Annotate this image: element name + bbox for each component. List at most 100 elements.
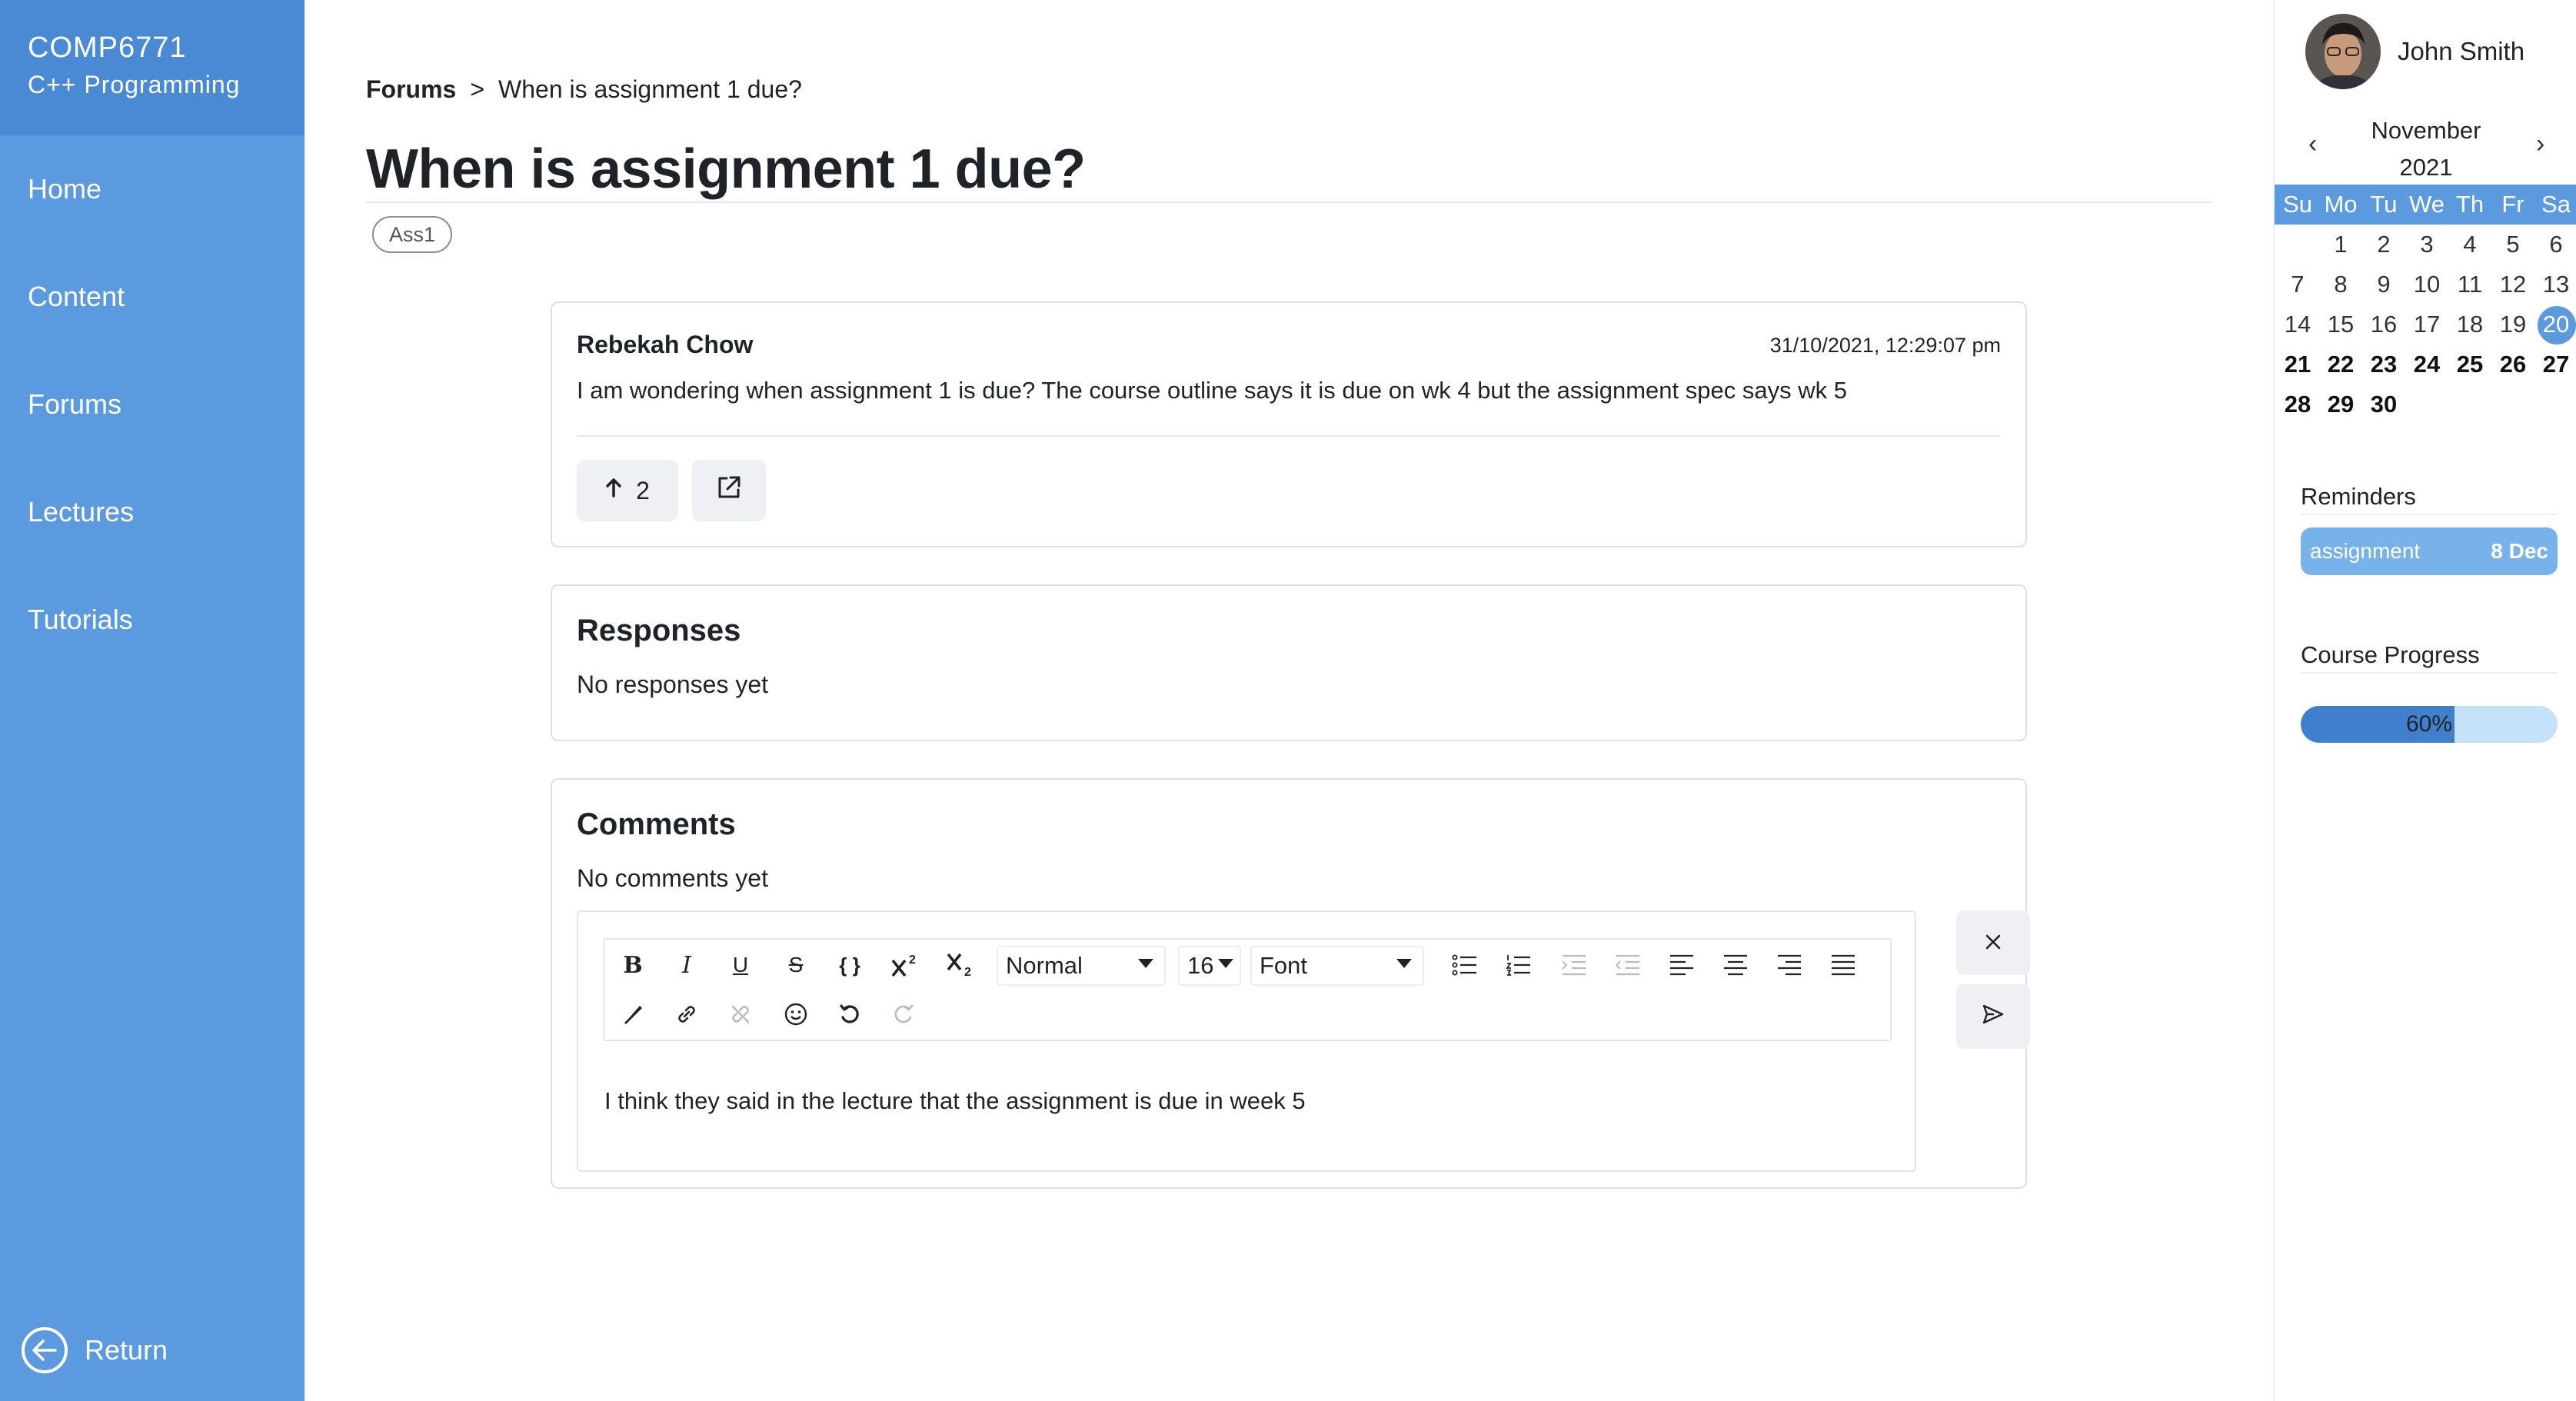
calendar-next-icon[interactable]: › (2536, 129, 2544, 159)
numbered-list-icon[interactable] (1498, 947, 1539, 983)
reminder-item[interactable]: assignment 8 Dec (2301, 527, 2558, 575)
calendar-day-number: 18 (2456, 311, 2484, 338)
calendar-day[interactable]: 7 (2276, 265, 2319, 304)
calendar-day[interactable]: 29 (2319, 384, 2362, 424)
sidebar-item-tutorials[interactable]: Tutorials (0, 566, 305, 674)
block-type-select[interactable]: Normal (997, 946, 1166, 986)
align-left-icon[interactable] (1661, 947, 1702, 983)
calendar-day-number: 3 (2420, 231, 2434, 258)
breadcrumb-separator: > (470, 75, 485, 103)
cancel-comment-button[interactable] (1956, 910, 2030, 975)
sidebar-item-forums[interactable]: Forums (0, 351, 305, 458)
calendar-day[interactable]: 3 (2405, 225, 2448, 265)
underline-button[interactable]: U (720, 947, 761, 983)
upvote-button[interactable]: 2 (577, 460, 678, 521)
send-comment-button[interactable] (1956, 984, 2030, 1049)
comment-input[interactable]: I think they said in the lecture that th… (604, 1087, 1306, 1115)
page-title: When is assignment 1 due? (366, 138, 1086, 200)
calendar-week-row: 1 2 3 4 5 6 (2276, 225, 2576, 265)
font-family-value: Font (1260, 952, 1308, 979)
editor-toolbar: B I U S { } 2 2 Normal 16 Font (603, 938, 1892, 1041)
responses-empty-text: No responses yet (577, 671, 769, 698)
code-button[interactable]: { } (829, 947, 870, 983)
calendar-day-number: 20 (2542, 311, 2570, 338)
upvote-count: 2 (636, 476, 650, 504)
calendar-day[interactable]: 2 (2362, 225, 2405, 265)
calendar-day[interactable]: 22 (2319, 344, 2362, 384)
course-header: COMP6771 C++ Programming (0, 0, 305, 135)
calendar-day[interactable]: 10 (2405, 265, 2448, 304)
calendar-day[interactable]: 12 (2491, 265, 2534, 304)
calendar-day-number: 29 (2327, 391, 2355, 418)
calendar-day-number: 25 (2456, 351, 2484, 378)
calendar-day[interactable]: 19 (2491, 304, 2534, 344)
breadcrumb-current: When is assignment 1 due? (498, 75, 802, 103)
calendar-day[interactable]: 24 (2405, 344, 2448, 384)
calendar-week-row: 21 22 23 24 25 26 27 (2276, 344, 2576, 384)
calendar-day[interactable]: 27 (2534, 344, 2576, 384)
align-right-icon[interactable] (1769, 947, 1810, 983)
comments-title: Comments (577, 807, 736, 841)
calendar-day-number: 10 (2413, 271, 2441, 298)
calendar-day-number: 8 (2334, 271, 2348, 298)
main-content: Forums > When is assignment 1 due? When … (305, 0, 2273, 1401)
share-button[interactable] (692, 460, 766, 521)
calendar-day[interactable]: 5 (2491, 225, 2534, 265)
font-size-select[interactable]: 16 (1178, 946, 1241, 986)
align-justify-icon[interactable] (1822, 947, 1864, 983)
calendar-day[interactable]: 8 (2319, 265, 2362, 304)
close-icon (1984, 929, 2002, 957)
strikethrough-button[interactable]: S (775, 947, 817, 983)
calendar-weekday: Sa (2541, 191, 2571, 218)
align-center-icon[interactable] (1715, 947, 1756, 983)
calendar-day[interactable]: 13 (2534, 265, 2576, 304)
undo-icon[interactable] (829, 997, 870, 1032)
calendar-day-number: 9 (2377, 271, 2391, 298)
calendar-day[interactable]: 4 (2448, 225, 2491, 265)
calendar-day[interactable]: 23 (2362, 344, 2405, 384)
calendar-day[interactable]: 21 (2276, 344, 2319, 384)
calendar-day[interactable]: 25 (2448, 344, 2491, 384)
calendar-day[interactable]: 1 (2319, 225, 2362, 265)
calendar-day[interactable]: 20 (2534, 304, 2576, 344)
calendar-day-number: 13 (2542, 271, 2570, 298)
comments-card: Comments No comments yet B I U S { } 2 2… (551, 778, 2030, 1189)
sidebar-item-lectures[interactable]: Lectures (0, 458, 305, 566)
calendar-day[interactable]: 9 (2362, 265, 2405, 304)
bold-button[interactable]: B (612, 947, 654, 983)
comment-editor[interactable]: B I U S { } 2 2 Normal 16 Font I think t… (577, 910, 1916, 1172)
subscript-icon[interactable]: 2 (940, 947, 981, 983)
calendar-day-number: 19 (2499, 311, 2527, 338)
font-family-select[interactable]: Font (1250, 946, 1424, 986)
post-tag[interactable]: Ass1 (372, 216, 453, 253)
calendar-day[interactable]: 6 (2534, 225, 2576, 265)
post-timestamp: 31/10/2021, 12:29:07 pm (1769, 334, 2001, 357)
sidebar-item-home[interactable]: Home (0, 135, 305, 243)
emoji-icon[interactable] (775, 997, 817, 1032)
calendar-day[interactable]: 30 (2362, 384, 2405, 424)
calendar-day[interactable]: 17 (2405, 304, 2448, 344)
calendar-day[interactable]: 16 (2362, 304, 2405, 344)
calendar-day[interactable]: 18 (2448, 304, 2491, 344)
right-panel: John Smith ‹ November 2021 › Su Mo Tu We Th F… (2273, 0, 2576, 1401)
calendar-day[interactable]: 11 (2448, 265, 2491, 304)
calendar-day[interactable]: 15 (2319, 304, 2362, 344)
post-body: I am wondering when assignment 1 is due?… (577, 377, 1847, 404)
text-color-icon[interactable] (612, 997, 654, 1032)
redo-icon[interactable] (883, 997, 924, 1032)
calendar-day[interactable]: 26 (2491, 344, 2534, 384)
sidebar-item-content[interactable]: Content (0, 243, 305, 351)
indent-icon[interactable] (1553, 947, 1595, 983)
link-icon[interactable] (666, 997, 707, 1032)
return-button[interactable]: Return (22, 1327, 168, 1373)
unlink-icon[interactable] (720, 997, 761, 1032)
superscript-icon[interactable]: 2 (884, 947, 926, 983)
breadcrumb-forums-link[interactable]: Forums (366, 75, 456, 104)
avatar[interactable] (2305, 14, 2381, 89)
outdent-icon[interactable] (1607, 947, 1649, 983)
breadcrumb: Forums > When is assignment 1 due? (366, 75, 802, 104)
italic-button[interactable]: I (666, 947, 707, 983)
calendar-day[interactable]: 14 (2276, 304, 2319, 344)
bullet-list-icon[interactable] (1444, 947, 1486, 983)
calendar-day[interactable]: 28 (2276, 384, 2319, 424)
